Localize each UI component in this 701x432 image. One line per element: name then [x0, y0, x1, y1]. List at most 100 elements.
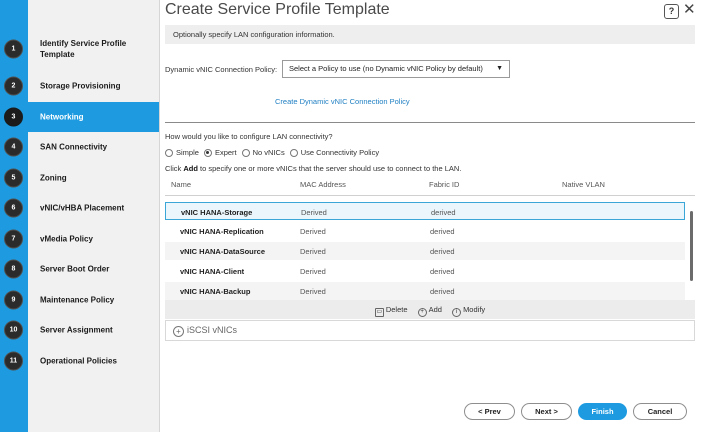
wizard-step-10[interactable]: 10 Server Assignment: [0, 315, 159, 345]
step-number-badge: 3: [4, 107, 23, 127]
lan-question: How would you like to configure LAN conn…: [165, 132, 333, 141]
wizard-step-8[interactable]: 8 Server Boot Order: [0, 254, 159, 284]
step-label: Storage Provisioning: [40, 81, 121, 91]
table-row[interactable]: vNIC HANA-DataSource Derived derived: [165, 242, 685, 260]
modify-button[interactable]: i Modify: [452, 305, 486, 317]
step-label: Maintenance Policy: [40, 295, 115, 305]
cell-mac: Derived: [300, 227, 326, 236]
step-number-badge: 6: [4, 198, 23, 218]
cancel-button[interactable]: Cancel: [633, 403, 687, 420]
dynamic-vnic-policy-label: Dynamic vNIC Connection Policy:: [165, 65, 278, 74]
vnic-table: Name MAC Address Fabric ID Native VLAN v…: [165, 176, 695, 319]
page-title: Create Service Profile Template: [165, 1, 390, 18]
column-header-mac[interactable]: MAC Address: [300, 180, 346, 189]
radio-use-connectivity-policy[interactable]: Use Connectivity Policy: [289, 148, 380, 157]
table-actions-bar: ▭ Delete + Add i Modify: [165, 300, 695, 319]
column-header-fabric[interactable]: Fabric ID: [429, 180, 459, 189]
wizard-step-6[interactable]: 6 vNIC/vHBA Placement: [0, 193, 159, 223]
cell-fabric: derived: [430, 267, 455, 276]
section-divider: [165, 122, 695, 123]
cell-fabric: derived: [430, 247, 455, 256]
column-header-native-vlan[interactable]: Native VLAN: [562, 180, 605, 189]
table-row[interactable]: vNIC HANA-Replication Derived derived: [165, 222, 685, 240]
radio-expert-dot[interactable]: [203, 148, 212, 157]
step-label: vNIC/vHBA Placement: [40, 203, 125, 213]
step-number-badge: 10: [4, 320, 23, 340]
add-button-label: Add: [428, 305, 442, 314]
step-number-badge: 11: [4, 351, 23, 371]
step-label: Server Boot Order: [40, 264, 110, 274]
cell-fabric: derived: [431, 208, 456, 217]
trash-icon: ▭: [374, 308, 384, 317]
radio-use-connectivity-policy-label: Use Connectivity Policy: [300, 148, 380, 157]
dynamic-vnic-policy-select[interactable]: Select a Policy to use (no Dynamic vNIC …: [282, 60, 510, 78]
step-label: Identify Service Profile Template: [40, 39, 127, 59]
cell-fabric: derived: [430, 227, 455, 236]
wizard-step-5[interactable]: 5 Zoning: [0, 163, 159, 193]
step-label: SAN Connectivity: [40, 142, 108, 152]
delete-button-label: Delete: [385, 305, 408, 314]
step-number-badge: 2: [4, 76, 23, 96]
cell-mac: Derived: [300, 287, 326, 296]
wizard-step-1[interactable]: 1 Identify Service Profile Template: [0, 29, 159, 69]
help-icon[interactable]: ?: [664, 4, 679, 19]
step-label: Networking: [40, 112, 84, 122]
wizard-step-11[interactable]: 11 Operational Policies: [0, 346, 159, 376]
wizard-step-7[interactable]: 7 vMedia Policy: [0, 224, 159, 254]
wizard-step-9[interactable]: 9 Maintenance Policy: [0, 285, 159, 315]
finish-button[interactable]: Finish: [578, 403, 627, 420]
table-row[interactable]: vNIC HANA-Backup Derived derived: [165, 282, 685, 300]
radio-simple-dot[interactable]: [165, 148, 173, 157]
cell-fabric: derived: [430, 287, 455, 296]
cell-name: vNIC HANA-Client: [180, 267, 245, 276]
step-label: vMedia Policy: [40, 234, 93, 244]
cell-name: vNIC HANA-Replication: [180, 227, 264, 236]
iscsi-vnics-expander[interactable]: + iSCSI vNICs: [165, 320, 695, 341]
radio-simple[interactable]: Simple: [165, 148, 199, 157]
plus-icon: +: [417, 308, 427, 317]
modify-button-label: Modify: [463, 305, 486, 314]
wizard-step-2[interactable]: 2 Storage Provisioning: [0, 71, 159, 101]
step-label: Zoning: [40, 173, 67, 183]
table-header: Name MAC Address Fabric ID Native VLAN: [165, 176, 695, 196]
info-icon: i: [452, 308, 462, 317]
hint-text-pre: Click: [165, 164, 184, 173]
cell-name: vNIC HANA-DataSource: [180, 247, 266, 256]
table-row[interactable]: vNIC HANA-Storage Derived derived: [165, 202, 685, 220]
radio-no-vnics-dot[interactable]: [241, 148, 250, 157]
prev-button[interactable]: < Prev: [464, 403, 515, 420]
expand-plus-icon[interactable]: +: [173, 326, 184, 337]
lan-config-radio-group: Simple Expert No vNICs Use Connectivity …: [165, 148, 384, 157]
cell-mac: Derived: [300, 247, 326, 256]
radio-expert[interactable]: Expert: [203, 148, 237, 157]
step-number-badge: 1: [4, 39, 23, 59]
hint-text-post: to specify one or more vNICs that the se…: [197, 164, 462, 173]
step-number-badge: 7: [4, 229, 23, 249]
cell-mac: Derived: [300, 267, 326, 276]
delete-button[interactable]: ▭ Delete: [374, 305, 408, 317]
wizard-step-3[interactable]: 3 Networking: [0, 102, 159, 132]
table-scrollbar[interactable]: [690, 211, 693, 281]
add-vnic-hint: Click Add to specify one or more vNICs t…: [165, 164, 461, 173]
radio-simple-label: Simple: [176, 148, 199, 157]
cell-mac: Derived: [301, 208, 327, 217]
step-number-badge: 4: [4, 137, 23, 157]
radio-expert-label: Expert: [214, 148, 237, 157]
cell-name: vNIC HANA-Storage: [181, 208, 253, 217]
wizard-step-4[interactable]: 4 SAN Connectivity: [0, 132, 159, 162]
cell-name: vNIC HANA-Backup: [180, 287, 251, 296]
add-button[interactable]: + Add: [417, 305, 442, 317]
step-label: Operational Policies: [40, 356, 117, 366]
next-button[interactable]: Next >: [521, 403, 572, 420]
table-row[interactable]: vNIC HANA-Client Derived derived: [165, 262, 685, 280]
radio-no-vnics-label: No vNICs: [252, 148, 285, 157]
radio-use-connectivity-policy-dot[interactable]: [289, 148, 298, 157]
radio-no-vnics[interactable]: No vNICs: [241, 148, 285, 157]
close-icon[interactable]: ✕: [683, 0, 696, 18]
chevron-down-icon: ▼: [496, 65, 503, 72]
step-label: Server Assignment: [40, 325, 113, 335]
info-banner: Optionally specify LAN configuration inf…: [165, 25, 695, 44]
step-number-badge: 8: [4, 259, 23, 279]
column-header-name[interactable]: Name: [171, 180, 191, 189]
create-dynamic-vnic-policy-link[interactable]: Create Dynamic vNIC Connection Policy: [275, 97, 410, 106]
